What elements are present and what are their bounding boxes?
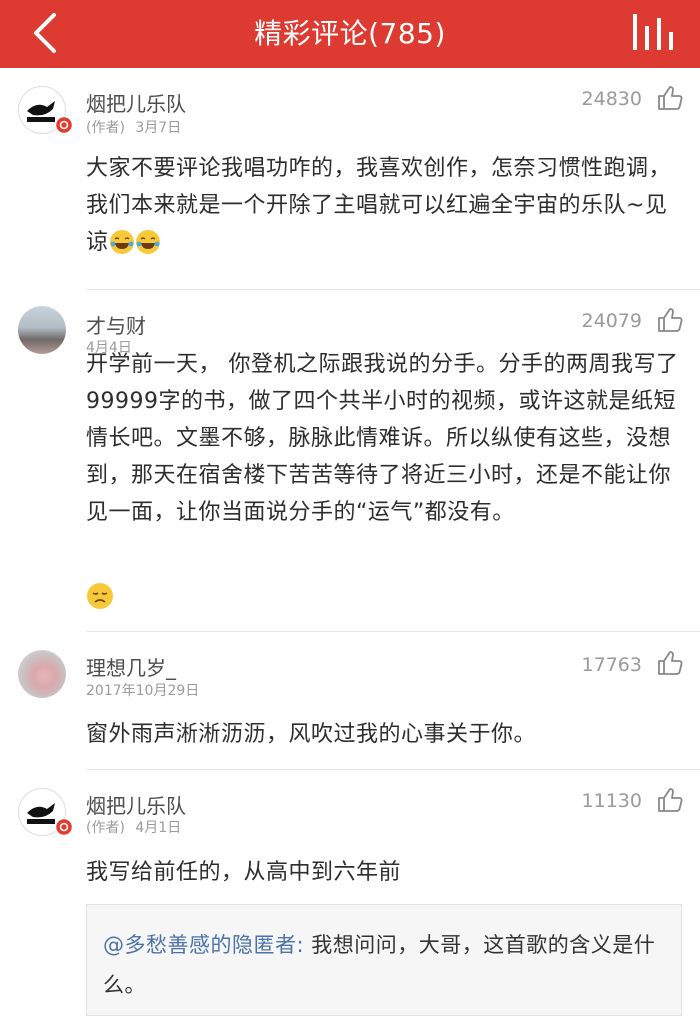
comment-meta: (作者) 3月7日	[86, 117, 181, 137]
comment-author[interactable]: 烟把儿乐队	[86, 88, 186, 117]
comment-text: 窗外雨声淅淅沥沥，风吹过我的心事关于你。	[86, 716, 682, 753]
comment-author[interactable]: 烟把儿乐队	[86, 790, 186, 819]
avatar[interactable]	[18, 306, 66, 354]
mention-link[interactable]: @多愁善感的隐匿者:	[103, 933, 304, 957]
comment-date: 2017年10月29日	[86, 683, 200, 699]
comment-body: 窗外雨声淅淅沥沥，风吹过我的心事关于你。	[86, 722, 537, 747]
comment-body: 开学前一天， 你登机之际跟我说的分手。分手的两周我写了99999字的书，做了四个…	[86, 352, 679, 525]
tears-of-joy-emoji	[109, 230, 134, 254]
thumbs-up-icon[interactable]	[656, 84, 684, 112]
comment-item: 才与财 4月4日 24079 开学前一天， 你登机之际跟我说的分手。分手的两周我…	[0, 290, 700, 632]
verified-badge-icon	[55, 818, 73, 836]
author-role: (作者)	[86, 820, 125, 836]
comment-item: 烟把儿乐队 (作者) 3月7日 24830 大家不要评论我唱功咋的，我喜欢创作，…	[0, 68, 700, 290]
comment-meta: 2017年10月29日	[86, 680, 199, 700]
comment-text: 大家不要评论我唱功咋的，我喜欢创作，怎奈习惯性跑调，我们本来就是一个开除了主唱就…	[86, 150, 682, 261]
thumbs-up-icon[interactable]	[656, 649, 684, 677]
disappointed-face-emoji	[87, 583, 113, 609]
quoted-reply[interactable]: @多愁善感的隐匿者: 我想问问，大哥，这首歌的含义是什么。	[86, 904, 682, 1016]
header-bar: 精彩评论(785)	[0, 0, 700, 68]
comment-item: 理想几岁_ 2017年10月29日 17763 窗外雨声淅淅沥沥，风吹过我的心事…	[0, 632, 700, 770]
comment-text: 开学前一天， 你登机之际跟我说的分手。分手的两周我写了99999字的书，做了四个…	[86, 346, 682, 531]
comment-date: 3月7日	[135, 120, 182, 136]
comment-meta: (作者) 4月1日	[86, 817, 181, 837]
comment-item: 烟把儿乐队 (作者) 4月1日 11130 我写给前任的，从高中到六年前 @多愁…	[0, 770, 700, 1016]
quoted-reply-text: @多愁善感的隐匿者: 我想问问，大哥，这首歌的含义是什么。	[103, 925, 663, 1005]
verified-badge-icon	[55, 116, 73, 134]
bars-icon[interactable]	[630, 10, 676, 54]
tears-of-joy-emoji	[135, 230, 160, 254]
thumbs-up-icon[interactable]	[656, 786, 684, 814]
comment-body: 大家不要评论我唱功咋的，我喜欢创作，怎奈习惯性跑调，我们本来就是一个开除了主唱就…	[86, 156, 672, 255]
comment-author[interactable]: 理想几岁_	[86, 652, 176, 681]
page-title: 精彩评论(785)	[254, 17, 446, 50]
comment-date: 4月1日	[135, 820, 182, 836]
like-count: 24079	[581, 310, 642, 332]
avatar[interactable]	[18, 650, 66, 698]
like-count: 11130	[581, 790, 642, 812]
comment-text: 我写给前任的，从高中到六年前	[86, 854, 682, 891]
comment-author[interactable]: 才与财	[86, 310, 146, 339]
like-count: 24830	[581, 88, 642, 110]
thumbs-up-icon[interactable]	[656, 306, 684, 334]
author-role: (作者)	[86, 120, 125, 136]
comment-body: 我写给前任的，从高中到六年前	[86, 860, 402, 885]
like-count: 17763	[581, 654, 642, 676]
